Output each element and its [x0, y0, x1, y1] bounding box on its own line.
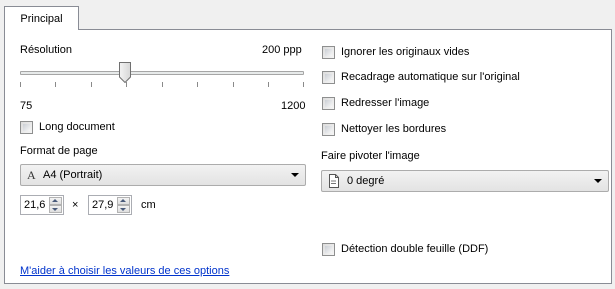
- ddf-checkbox[interactable]: [322, 243, 335, 256]
- chevron-down-icon: [594, 179, 602, 183]
- resolution-slider-track[interactable]: [20, 71, 304, 75]
- height-down-button[interactable]: [117, 205, 130, 213]
- width-up-button[interactable]: [49, 197, 62, 205]
- auto-crop-checkbox[interactable]: [322, 71, 335, 84]
- page-format-selected: A4 (Portrait): [43, 169, 103, 181]
- slider-ticks: [20, 82, 304, 88]
- resolution-min: 75: [20, 100, 33, 112]
- ignore-blank-checkbox[interactable]: [322, 46, 335, 59]
- option-label: Ignorer les originaux vides: [341, 46, 470, 58]
- tab-principal[interactable]: Principal: [4, 6, 79, 30]
- rotate-page-icon: [329, 174, 339, 188]
- rotate-label: Faire pivoter l'image: [321, 150, 420, 162]
- page-format-dropdown[interactable]: A A4 (Portrait): [20, 164, 306, 186]
- tab-label: Principal: [20, 12, 63, 25]
- page-format-icon: A: [27, 168, 36, 182]
- rotate-dropdown[interactable]: 0 degré: [321, 170, 609, 192]
- page-width-value: 21,6: [24, 199, 46, 211]
- height-up-button[interactable]: [117, 197, 130, 205]
- width-down-button[interactable]: [49, 205, 62, 213]
- page-height-value: 27,9: [92, 199, 114, 211]
- resolution-label: Résolution: [20, 44, 72, 56]
- resolution-value: 200 ppp: [262, 44, 302, 56]
- times-sign: ×: [72, 199, 79, 211]
- clean-borders-checkbox[interactable]: [322, 123, 335, 136]
- resolution-slider-thumb[interactable]: [119, 62, 131, 83]
- option-label: Redresser l'image: [341, 97, 430, 109]
- page-width-spinner[interactable]: 21,6: [20, 195, 64, 215]
- page-height-spinner[interactable]: 27,9: [88, 195, 132, 215]
- unit-label: cm: [141, 199, 156, 211]
- resolution-max: 1200: [281, 100, 306, 112]
- option-label: Nettoyer les bordures: [341, 123, 447, 135]
- ddf-label: Détection double feuille (DDF): [341, 243, 489, 255]
- long-document-label: Long document: [39, 121, 115, 133]
- long-document-checkbox[interactable]: [20, 121, 33, 134]
- rotate-selected: 0 degré: [347, 175, 385, 187]
- deskew-checkbox[interactable]: [322, 97, 335, 110]
- option-label: Recadrage automatique sur l'original: [341, 71, 520, 83]
- page-format-label: Format de page: [20, 145, 98, 157]
- help-link[interactable]: M'aider à choisir les valeurs de ces opt…: [20, 265, 229, 277]
- chevron-down-icon: [291, 173, 299, 177]
